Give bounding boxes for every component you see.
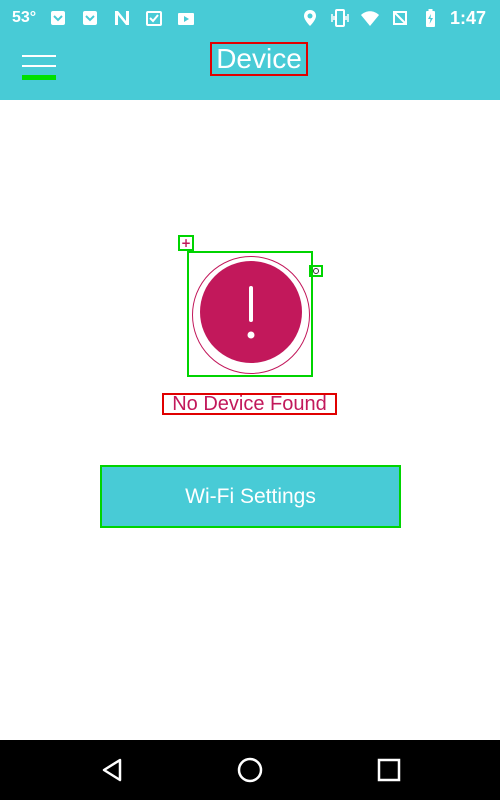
- status-right: 1:47: [300, 6, 486, 30]
- notification-icon-2: [80, 8, 100, 28]
- hamburger-menu-icon[interactable]: [22, 51, 58, 81]
- play-store-icon: [176, 8, 196, 28]
- notification-icon-1: [48, 8, 68, 28]
- status-left: 53°: [12, 6, 196, 30]
- plus-icon: +: [178, 235, 194, 251]
- status-bar: 53° 1:47: [0, 0, 500, 36]
- wifi-icon: [360, 8, 380, 28]
- menu-line: [22, 75, 56, 80]
- home-icon[interactable]: [236, 756, 264, 784]
- location-icon: [300, 8, 320, 28]
- nav-bar: [0, 740, 500, 800]
- n-icon: [112, 8, 132, 28]
- battery-charging-icon: [420, 8, 440, 28]
- vibrate-icon: [330, 8, 350, 28]
- status-temperature: 53°: [12, 9, 37, 26]
- main-content: + No Device Found Wi-Fi Settings: [0, 100, 500, 740]
- status-time: 1:47: [449, 7, 486, 28]
- no-device-message: No Device Found: [162, 393, 337, 415]
- page-title: Device: [210, 42, 308, 76]
- no-sim-icon: [390, 8, 410, 28]
- recents-icon[interactable]: [375, 756, 403, 784]
- alert-container: [187, 251, 313, 377]
- app-bar: Device: [0, 36, 500, 100]
- menu-line: [22, 55, 56, 57]
- back-icon[interactable]: [98, 756, 126, 784]
- menu-line: [22, 65, 56, 67]
- exclamation-icon: [200, 261, 302, 363]
- clipboard-check-icon: [144, 8, 164, 28]
- wifi-settings-button[interactable]: Wi-Fi Settings: [100, 465, 401, 528]
